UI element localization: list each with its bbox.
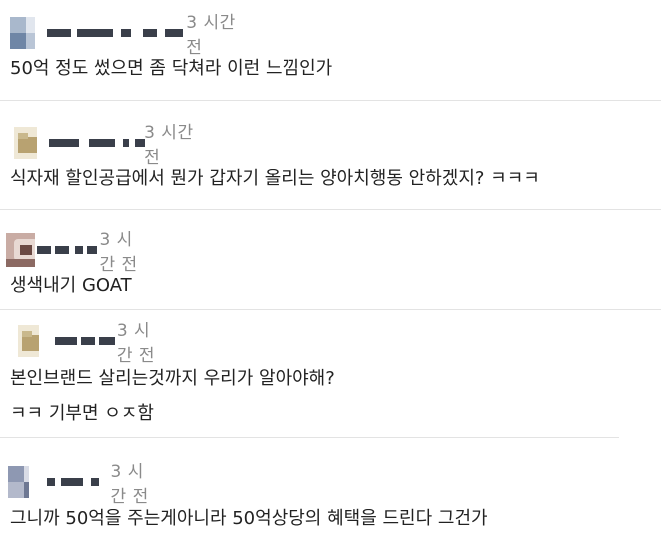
comment-line: ㅋㅋ 기부면 ㅇㅈ함 — [10, 403, 154, 424]
comment-header: 3 시간 전 — [18, 316, 164, 366]
comment-line: 생색내기 GOAT — [10, 275, 132, 296]
comment-time: 3 시간 전 — [99, 230, 138, 275]
nickname-redacted[interactable] — [47, 26, 183, 40]
comment-text: 50억 정도 썼으면 좀 닥쳐라 이런 느낌인가 — [10, 54, 332, 84]
comment-time: 3 시간 전 — [186, 13, 236, 58]
avatar[interactable] — [18, 325, 40, 357]
comment-time: 3 시간 전 — [110, 462, 149, 507]
comment-header: 3 시간 전 — [6, 225, 148, 275]
avatar[interactable] — [6, 233, 35, 267]
comment-text: 그니까 50억을 주는게아니라 50억상당의 혜택을 드린다 그건가 — [10, 504, 488, 534]
comment-line: 그니까 50억을 주는게아니라 50억상당의 혜택을 드린다 그건가 — [10, 508, 488, 529]
comment-line: 본인브랜드 살리는것까지 우리가 알아야해? — [10, 368, 335, 389]
avatar[interactable] — [8, 466, 30, 498]
nickname-redacted[interactable] — [36, 243, 97, 257]
nickname-redacted[interactable] — [49, 136, 146, 150]
comment-header: 3 시간 전 — [8, 457, 158, 507]
comment-line: 50억 정도 썼으면 좀 닥쳐라 이런 느낌인가 — [10, 58, 333, 79]
divider — [0, 209, 661, 210]
comment-text: 생색내기 GOAT — [10, 271, 132, 301]
comment-text: 식자재 할인공급에서 뭔가 갑자기 올리는 양아치행동 안하겠지? ㅋㅋㅋ — [10, 164, 540, 194]
avatar[interactable] — [14, 127, 38, 159]
comment-header: 3 시간 전 — [10, 8, 242, 58]
nickname-redacted[interactable] — [55, 334, 116, 348]
divider — [0, 309, 661, 310]
nickname-redacted[interactable] — [47, 475, 100, 489]
divider — [0, 437, 619, 438]
comment-text: 본인브랜드 살리는것까지 우리가 알아야해? ㅋㅋ 기부면 ㅇㅈ함 — [10, 364, 335, 429]
comment-line: 식자재 할인공급에서 뭔가 갑자기 올리는 양아치행동 안하겠지? ㅋㅋㅋ — [10, 168, 540, 189]
avatar[interactable] — [10, 17, 35, 49]
comment-time: 3 시간 전 — [116, 321, 156, 366]
comment-header: 3 시간 전 — [14, 118, 196, 168]
comment-time: 3 시간 전 — [144, 123, 194, 168]
divider — [0, 100, 661, 101]
